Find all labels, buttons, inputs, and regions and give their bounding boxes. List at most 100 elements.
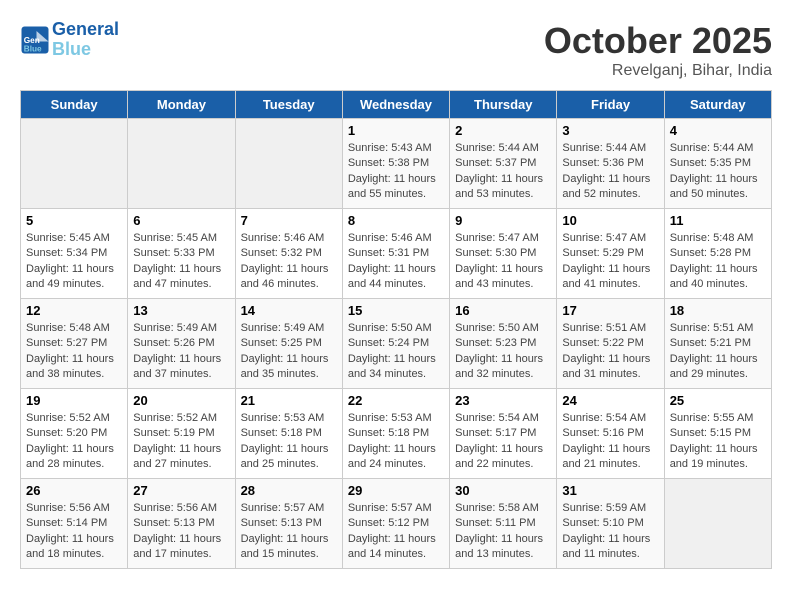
calendar-cell: 6Sunrise: 5:45 AM Sunset: 5:33 PM Daylig… [128,209,235,299]
day-number: 17 [562,303,658,318]
location-subtitle: Revelganj, Bihar, India [544,62,772,80]
day-info: Sunrise: 5:56 AM Sunset: 5:14 PM Dayligh… [26,501,122,563]
day-info: Sunrise: 5:52 AM Sunset: 5:19 PM Dayligh… [133,411,229,473]
day-info: Sunrise: 5:59 AM Sunset: 5:10 PM Dayligh… [562,501,658,563]
day-info: Sunrise: 5:43 AM Sunset: 5:38 PM Dayligh… [348,141,444,203]
day-number: 6 [133,213,229,228]
calendar-cell: 8 Sunrise: 5:46 AM Sunset: 5:31 PM Daylig… [342,209,449,299]
day-info: Sunrise: 5:51 AM Sunset: 5:22 PM Dayligh… [562,321,658,383]
weekday-header: Wednesday [342,91,449,119]
day-info: Sunrise: 5:54 AM Sunset: 5:17 PM Dayligh… [455,411,551,473]
calendar-cell: 21Sunrise: 5:53 AM Sunset: 5:18 PM Dayli… [235,389,342,479]
day-number: 3 [562,123,658,138]
day-number: 26 [26,483,122,498]
day-number: 18 [670,303,766,318]
calendar-cell: 10 Sunrise: 5:47 AM Sunset: 5:29 PM Dayli… [557,209,664,299]
calendar-cell: 3 Sunrise: 5:44 AM Sunset: 5:36 PM Daylig… [557,119,664,209]
calendar-cell: 23 Sunrise: 5:54 AM Sunset: 5:17 PM Dayli… [450,389,557,479]
day-info: Sunrise: 5:47 AM Sunset: 5:29 PM Dayligh… [562,231,658,293]
day-info: Sunrise: 5:53 AM Sunset: 5:18 PM Dayligh… [348,411,444,473]
calendar-cell: 17 Sunrise: 5:51 AM Sunset: 5:22 PM Dayli… [557,299,664,389]
calendar-cell: 7 Sunrise: 5:46 AM Sunset: 5:32 PM Daylig… [235,209,342,299]
day-info: Sunrise: 5:50 AM Sunset: 5:24 PM Dayligh… [348,321,444,383]
weekday-header: Tuesday [235,91,342,119]
day-number: 11 [670,213,766,228]
day-number: 29 [348,483,444,498]
day-number: 15 [348,303,444,318]
day-number: 12 [26,303,122,318]
day-info: Sunrise: 5:44 AM Sunset: 5:35 PM Dayligh… [670,141,766,203]
logo-text: General Blue [52,20,119,60]
calendar-header: SundayMondayTuesdayWednesdayThursdayFrid… [21,91,772,119]
calendar-cell: 31 Sunrise: 5:59 AM Sunset: 5:10 PM Dayli… [557,479,664,569]
day-number: 19 [26,393,122,408]
month-title: October 2025 [544,20,772,62]
day-number: 24 [562,393,658,408]
day-number: 25 [670,393,766,408]
day-info: Sunrise: 5:54 AM Sunset: 5:16 PM Dayligh… [562,411,658,473]
calendar-cell: 1Sunrise: 5:43 AM Sunset: 5:38 PM Daylig… [342,119,449,209]
day-number: 22 [348,393,444,408]
day-info: Sunrise: 5:55 AM Sunset: 5:15 PM Dayligh… [670,411,766,473]
calendar-cell: 27Sunrise: 5:56 AM Sunset: 5:13 PM Dayli… [128,479,235,569]
svg-text:Blue: Blue [24,44,42,53]
day-info: Sunrise: 5:56 AM Sunset: 5:13 PM Dayligh… [133,501,229,563]
logo-line2: Blue [52,39,91,59]
calendar-week-row: 5 Sunrise: 5:45 AM Sunset: 5:34 PM Daylig… [21,209,772,299]
logo-icon: Gen Blue [20,25,50,55]
day-number: 7 [241,213,337,228]
calendar-table: SundayMondayTuesdayWednesdayThursdayFrid… [20,90,772,569]
day-info: Sunrise: 5:44 AM Sunset: 5:37 PM Dayligh… [455,141,551,203]
calendar-cell [21,119,128,209]
weekday-header: Monday [128,91,235,119]
day-number: 10 [562,213,658,228]
day-info: Sunrise: 5:44 AM Sunset: 5:36 PM Dayligh… [562,141,658,203]
day-number: 9 [455,213,551,228]
calendar-cell: 16Sunrise: 5:50 AM Sunset: 5:23 PM Dayli… [450,299,557,389]
day-number: 30 [455,483,551,498]
calendar-cell: 14Sunrise: 5:49 AM Sunset: 5:25 PM Dayli… [235,299,342,389]
calendar-cell: 26 Sunrise: 5:56 AM Sunset: 5:14 PM Dayli… [21,479,128,569]
day-number: 21 [241,393,337,408]
day-number: 4 [670,123,766,138]
calendar-cell: 29Sunrise: 5:57 AM Sunset: 5:12 PM Dayli… [342,479,449,569]
calendar-cell: 30 Sunrise: 5:58 AM Sunset: 5:11 PM Dayli… [450,479,557,569]
header-row: SundayMondayTuesdayWednesdayThursdayFrid… [21,91,772,119]
day-info: Sunrise: 5:58 AM Sunset: 5:11 PM Dayligh… [455,501,551,563]
calendar-cell: 18 Sunrise: 5:51 AM Sunset: 5:21 PM Dayli… [664,299,771,389]
weekday-header: Thursday [450,91,557,119]
day-info: Sunrise: 5:51 AM Sunset: 5:21 PM Dayligh… [670,321,766,383]
calendar-cell: 13Sunrise: 5:49 AM Sunset: 5:26 PM Dayli… [128,299,235,389]
calendar-week-row: 26 Sunrise: 5:56 AM Sunset: 5:14 PM Dayli… [21,479,772,569]
day-info: Sunrise: 5:47 AM Sunset: 5:30 PM Dayligh… [455,231,551,293]
calendar-cell: 12 Sunrise: 5:48 AM Sunset: 5:27 PM Dayli… [21,299,128,389]
day-number: 23 [455,393,551,408]
day-number: 8 [348,213,444,228]
calendar-cell [235,119,342,209]
day-number: 31 [562,483,658,498]
day-info: Sunrise: 5:46 AM Sunset: 5:32 PM Dayligh… [241,231,337,293]
day-number: 16 [455,303,551,318]
day-info: Sunrise: 5:57 AM Sunset: 5:13 PM Dayligh… [241,501,337,563]
calendar-cell: 22 Sunrise: 5:53 AM Sunset: 5:18 PM Dayli… [342,389,449,479]
day-info: Sunrise: 5:49 AM Sunset: 5:25 PM Dayligh… [241,321,337,383]
day-number: 20 [133,393,229,408]
weekday-header: Friday [557,91,664,119]
logo-line1: General [52,19,119,39]
weekday-header: Sunday [21,91,128,119]
day-info: Sunrise: 5:48 AM Sunset: 5:27 PM Dayligh… [26,321,122,383]
day-info: Sunrise: 5:45 AM Sunset: 5:34 PM Dayligh… [26,231,122,293]
calendar-week-row: 1Sunrise: 5:43 AM Sunset: 5:38 PM Daylig… [21,119,772,209]
logo: Gen Blue General Blue [20,20,119,60]
calendar-body: 1Sunrise: 5:43 AM Sunset: 5:38 PM Daylig… [21,119,772,569]
calendar-cell: 11 Sunrise: 5:48 AM Sunset: 5:28 PM Dayli… [664,209,771,299]
day-info: Sunrise: 5:48 AM Sunset: 5:28 PM Dayligh… [670,231,766,293]
calendar-week-row: 19Sunrise: 5:52 AM Sunset: 5:20 PM Dayli… [21,389,772,479]
calendar-cell: 20 Sunrise: 5:52 AM Sunset: 5:19 PM Dayli… [128,389,235,479]
calendar-cell [128,119,235,209]
calendar-cell: 25 Sunrise: 5:55 AM Sunset: 5:15 PM Dayli… [664,389,771,479]
day-number: 5 [26,213,122,228]
day-info: Sunrise: 5:46 AM Sunset: 5:31 PM Dayligh… [348,231,444,293]
title-block: October 2025 Revelganj, Bihar, India [544,20,772,80]
calendar-cell: 15 Sunrise: 5:50 AM Sunset: 5:24 PM Dayli… [342,299,449,389]
